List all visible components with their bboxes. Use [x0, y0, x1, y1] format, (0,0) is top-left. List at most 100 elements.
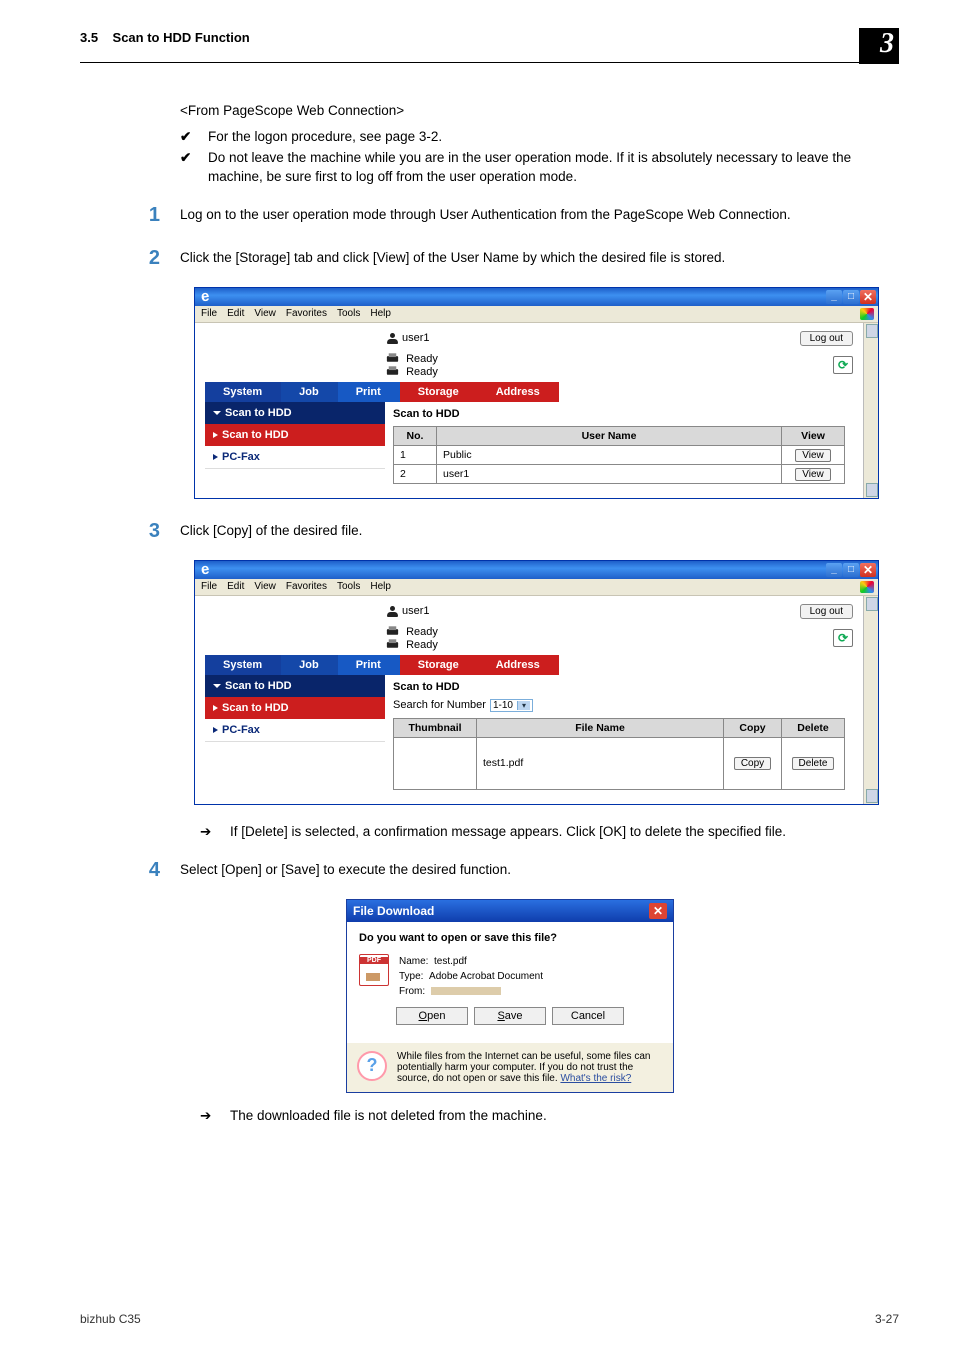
ready-label: Ready: [406, 639, 438, 651]
refresh-icon[interactable]: ⟳: [833, 356, 853, 374]
menu-favorites[interactable]: Favorites: [286, 308, 327, 319]
delete-button[interactable]: Delete: [792, 757, 835, 770]
ie-icon: e: [200, 289, 210, 304]
ready-label: Ready: [406, 366, 438, 378]
menu-view[interactable]: View: [254, 308, 276, 319]
logout-button[interactable]: Log out: [800, 604, 853, 619]
browser-screenshot-1: e _ □ ✕ File Edit View Favorites Tools H…: [194, 287, 879, 499]
col-filename: File Name: [477, 718, 724, 737]
arrow-note: The downloaded file is not deleted from …: [230, 1107, 547, 1126]
file-table: Thumbnail File Name Copy Delete test1.pd…: [393, 718, 845, 790]
step-text: Click the [Storage] tab and click [View]…: [180, 244, 889, 268]
tab-address[interactable]: Address: [478, 382, 559, 402]
save-button[interactable]: Save: [474, 1007, 546, 1025]
scrollbar[interactable]: [863, 323, 878, 498]
username-label: user1: [402, 332, 430, 344]
cell-no: 1: [394, 445, 437, 464]
menu-view[interactable]: View: [254, 581, 276, 592]
close-icon[interactable]: ✕: [860, 563, 876, 577]
dialog-question: Do you want to open or save this file?: [359, 932, 661, 944]
printer-icon: [385, 352, 400, 364]
name-label: Name:: [399, 956, 428, 967]
cell-thumbnail: [394, 737, 477, 789]
view-button[interactable]: View: [795, 468, 831, 481]
minimize-icon[interactable]: _: [826, 290, 842, 304]
sidebar: Scan to HDD Scan to HDD PC-Fax: [205, 402, 385, 490]
cell-user: Public: [437, 445, 782, 464]
menu-favorites[interactable]: Favorites: [286, 581, 327, 592]
menu-file[interactable]: File: [201, 581, 217, 592]
sidebar-item-pcfax[interactable]: PC-Fax: [205, 446, 385, 469]
tab-print[interactable]: Print: [338, 382, 400, 402]
menu-bar: File Edit View Favorites Tools Help: [195, 579, 878, 596]
menu-bar: File Edit View Favorites Tools Help: [195, 306, 878, 323]
tab-system[interactable]: System: [205, 655, 281, 675]
tab-job[interactable]: Job: [281, 655, 338, 675]
menu-help[interactable]: Help: [370, 308, 391, 319]
col-username: User Name: [437, 426, 782, 445]
window-titlebar: e _ □ ✕: [195, 561, 878, 579]
check-icon: ✔: [180, 149, 192, 187]
col-copy: Copy: [724, 718, 782, 737]
cancel-button[interactable]: Cancel: [552, 1007, 624, 1025]
type-label: Type:: [399, 971, 423, 982]
printer-icon: [385, 365, 400, 377]
menu-file[interactable]: File: [201, 308, 217, 319]
user-icon: [385, 331, 399, 345]
open-button[interactable]: Open: [396, 1007, 468, 1025]
ready-label: Ready: [406, 626, 438, 638]
col-view: View: [782, 426, 845, 445]
chapter-number: 3: [859, 28, 899, 64]
tab-storage[interactable]: Storage: [400, 382, 478, 402]
menu-help[interactable]: Help: [370, 581, 391, 592]
search-range-select[interactable]: 1-10▾: [490, 699, 533, 712]
risk-link[interactable]: What's the risk?: [560, 1073, 631, 1084]
sidebar-section-scan[interactable]: Scan to HDD: [205, 402, 385, 424]
windows-flag-icon: [860, 308, 874, 320]
tab-storage[interactable]: Storage: [400, 655, 478, 675]
maximize-icon[interactable]: □: [843, 563, 859, 577]
scrollbar[interactable]: [863, 596, 878, 804]
panel-title: Scan to HDD: [393, 408, 845, 420]
printer-icon: [385, 625, 400, 637]
tab-print[interactable]: Print: [338, 655, 400, 675]
view-button[interactable]: View: [795, 449, 831, 462]
tab-system[interactable]: System: [205, 382, 281, 402]
window-titlebar: e _ □ ✕: [195, 288, 878, 306]
step-text: Log on to the user operation mode throug…: [180, 201, 889, 225]
footer-page: 3-27: [875, 1312, 899, 1326]
step-text: Select [Open] or [Save] to execute the d…: [180, 856, 889, 880]
menu-tools[interactable]: Tools: [337, 308, 360, 319]
question-icon: ?: [357, 1051, 387, 1081]
ready-label: Ready: [406, 353, 438, 365]
col-no: No.: [394, 426, 437, 445]
maximize-icon[interactable]: □: [843, 290, 859, 304]
user-icon: [385, 604, 399, 618]
sidebar-item-scan-selected[interactable]: Scan to HDD: [205, 697, 385, 719]
sidebar-item-scan-selected[interactable]: Scan to HDD: [205, 424, 385, 446]
step-number: 3: [140, 517, 160, 546]
file-download-dialog: File Download ✕ Do you want to open or s…: [346, 899, 674, 1093]
close-icon[interactable]: ✕: [860, 290, 876, 304]
pdf-icon: [359, 954, 389, 986]
arrow-icon: ➔: [200, 823, 214, 842]
arrow-icon: ➔: [200, 1107, 214, 1126]
refresh-icon[interactable]: ⟳: [833, 629, 853, 647]
cell-filename: test1.pdf: [477, 737, 724, 789]
printer-icon: [385, 638, 400, 650]
menu-edit[interactable]: Edit: [227, 308, 244, 319]
menu-edit[interactable]: Edit: [227, 581, 244, 592]
user-table: No. User Name View 1 Public View: [393, 426, 845, 484]
from-line: <From PageScope Web Connection>: [180, 103, 889, 118]
tab-address[interactable]: Address: [478, 655, 559, 675]
logout-button[interactable]: Log out: [800, 331, 853, 346]
sidebar-item-pcfax[interactable]: PC-Fax: [205, 719, 385, 742]
close-icon[interactable]: ✕: [649, 903, 667, 919]
sidebar-section-scan[interactable]: Scan to HDD: [205, 675, 385, 697]
menu-tools[interactable]: Tools: [337, 581, 360, 592]
step-text: Click [Copy] of the desired file.: [180, 517, 889, 541]
copy-button[interactable]: Copy: [734, 757, 771, 770]
minimize-icon[interactable]: _: [826, 563, 842, 577]
tab-job[interactable]: Job: [281, 382, 338, 402]
file-name: test.pdf: [434, 956, 467, 967]
